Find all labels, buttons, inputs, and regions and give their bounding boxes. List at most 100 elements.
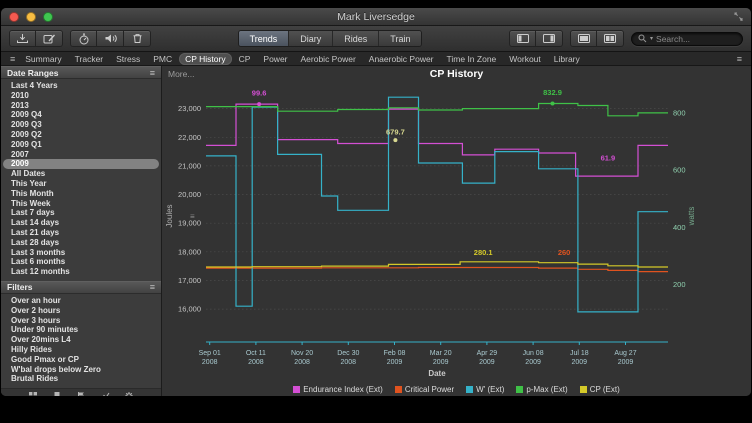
x-tick-label-year: 2009 [479, 359, 495, 366]
tab-aerobic-power[interactable]: Aerobic Power [295, 53, 362, 65]
sidebar-item-2009-q4[interactable]: 2009 Q4 [1, 110, 161, 120]
sidebar-item-over-2-hours[interactable]: Over 2 hours [1, 306, 161, 316]
tabbar-menu-right-icon[interactable]: ≡ [734, 54, 745, 64]
close-button[interactable] [9, 12, 19, 22]
sidebar-item-all-dates[interactable]: All Dates [1, 169, 161, 179]
left-axis-title: Joules [165, 204, 174, 227]
cp-history-chart[interactable]: 23,00022,00021,00020,00019,00018,00017,0… [162, 82, 750, 382]
sidebar-item-2010[interactable]: 2010 [1, 91, 161, 101]
speaker-button[interactable] [97, 30, 124, 47]
sidebar-item-last-6-months[interactable]: Last 6 months [1, 257, 161, 267]
sidebar-item-2009[interactable]: 2009 [3, 159, 159, 169]
dual-screen-button[interactable] [597, 30, 624, 47]
app-window: Mark Liversedge [1, 8, 751, 396]
trash-button[interactable] [124, 30, 151, 47]
view-tab-train[interactable]: Train [378, 31, 421, 46]
search-icon [638, 34, 647, 43]
view-tab-diary[interactable]: Diary [288, 31, 332, 46]
sidebar-item-last-4-years[interactable]: Last 4 Years [1, 81, 161, 91]
sidebar-section-header-filters[interactable]: Filters≡ [1, 281, 161, 294]
search-field[interactable]: ▾ [631, 32, 743, 46]
x-tick-label: Apr 29 [477, 350, 498, 357]
more-link[interactable]: More... [168, 69, 194, 79]
legend-item-endurance-index-ext: Endurance Index (Ext) [293, 385, 383, 394]
sidebar-item-this-week[interactable]: This Week [1, 199, 161, 209]
tab-power[interactable]: Power [257, 53, 293, 65]
legend-swatch [293, 386, 300, 393]
sidebar-right-toggle-button[interactable] [536, 30, 563, 47]
tab-pmc[interactable]: PMC [147, 53, 178, 65]
sidebar-item-under-90-minutes[interactable]: Under 90 minutes [1, 325, 161, 335]
sidebar-item-2013[interactable]: 2013 [1, 101, 161, 111]
tab-workout[interactable]: Workout [503, 53, 547, 65]
grid-icon[interactable] [28, 391, 38, 396]
speaker-icon [104, 33, 117, 44]
compose-button[interactable] [36, 30, 63, 47]
annotation-label: 280.1 [474, 248, 493, 257]
sidebar-item-this-year[interactable]: This Year [1, 179, 161, 189]
tab-summary[interactable]: Summary [19, 53, 67, 65]
sidebar-item-2009-q2[interactable]: 2009 Q2 [1, 130, 161, 140]
sidebar-item-over-3-hours[interactable]: Over 3 hours [1, 316, 161, 326]
right-axis-tick-label: 800 [673, 108, 686, 117]
sidebar-item-good-pmax-or-cp[interactable]: Good Pmax or CP [1, 355, 161, 365]
tab-anaerobic-power[interactable]: Anaerobic Power [363, 53, 440, 65]
tab-library[interactable]: Library [548, 53, 586, 65]
section-menu-icon[interactable]: ≡ [150, 282, 155, 292]
view-tab-rides[interactable]: Rides [332, 31, 378, 46]
x-tick-label-year: 2008 [248, 359, 264, 366]
download-button[interactable] [9, 30, 36, 47]
screen-toggle-group [570, 30, 624, 47]
screen: Mark Liversedge [0, 0, 752, 423]
sidebar-list-filters: Over an hourOver 2 hoursOver 3 hoursUnde… [1, 294, 161, 388]
minimize-button[interactable] [26, 12, 36, 22]
sidebar-item-w-bal-drops-below-zero[interactable]: W'bal drops below Zero [1, 365, 161, 375]
sidebar-item-over-20mins-l4[interactable]: Over 20mins L4 [1, 335, 161, 345]
x-tick-label-year: 2008 [294, 359, 310, 366]
sidebar-item-2009-q1[interactable]: 2009 Q1 [1, 140, 161, 150]
sidebar-item-last-7-days[interactable]: Last 7 days [1, 208, 161, 218]
sidebar-item-brutal-rides[interactable]: Brutal Rides [1, 374, 161, 384]
left-axis-tick-label: 20,000 [178, 190, 201, 199]
view-tab-trends[interactable]: Trends [239, 31, 289, 46]
sidebar-item-last-3-months[interactable]: Last 3 months [1, 248, 161, 258]
annotation-marker [393, 138, 397, 142]
tab-stress[interactable]: Stress [110, 53, 146, 65]
search-input[interactable] [656, 34, 736, 44]
sidebar-item-last-14-days[interactable]: Last 14 days [1, 218, 161, 228]
sidebar-item-2009-q3[interactable]: 2009 Q3 [1, 120, 161, 130]
flag-icon[interactable] [76, 391, 86, 396]
sidebar-item-hilly-rides[interactable]: Hilly Rides [1, 345, 161, 355]
sidebar-section-header-date-ranges[interactable]: Date Ranges≡ [1, 66, 161, 79]
legend-swatch [395, 386, 402, 393]
sidebar-item-2007[interactable]: 2007 [1, 150, 161, 160]
x-tick-label: Dec 30 [337, 350, 359, 357]
gear-icon[interactable] [124, 391, 134, 396]
fullscreen-icon[interactable] [734, 12, 743, 21]
single-screen-button[interactable] [570, 30, 597, 47]
legend-swatch [466, 386, 473, 393]
tab-tracker[interactable]: Tracker [69, 53, 110, 65]
tab-time-in-zone[interactable]: Time In Zone [441, 53, 503, 65]
chart-tab-bar: ≡ SummaryTrackerStressPMCCP HistoryCPPow… [1, 52, 751, 66]
section-menu-icon[interactable]: ≡ [150, 68, 155, 78]
sidebar-list-date-ranges: Last 4 Years201020132009 Q42009 Q32009 Q… [1, 79, 161, 281]
sidebar-item-last-12-months[interactable]: Last 12 months [1, 267, 161, 277]
sidebar-item-over-an-hour[interactable]: Over an hour [1, 296, 161, 306]
zoom-button[interactable] [43, 12, 53, 22]
left-axis-tick-label: 21,000 [178, 161, 201, 170]
tabbar-menu-left-icon[interactable]: ≡ [7, 54, 18, 64]
bookmark-icon[interactable] [52, 391, 62, 396]
sidebar-left-toggle-button[interactable] [509, 30, 536, 47]
tab-cp-history[interactable]: CP History [179, 53, 231, 65]
sidebar-item-last-21-days[interactable]: Last 21 days [1, 228, 161, 238]
left-axis-tick-label: 18,000 [178, 247, 201, 256]
x-tick-label: Nov 20 [291, 350, 313, 357]
search-options-caret-icon[interactable]: ▾ [650, 35, 653, 42]
chart-icon[interactable] [100, 391, 110, 396]
stopwatch-button[interactable] [70, 30, 97, 47]
tab-cp[interactable]: CP [233, 53, 257, 65]
sidebar-item-this-month[interactable]: This Month [1, 189, 161, 199]
sidebar-item-last-28-days[interactable]: Last 28 days [1, 238, 161, 248]
page-title: CP History [162, 68, 751, 80]
